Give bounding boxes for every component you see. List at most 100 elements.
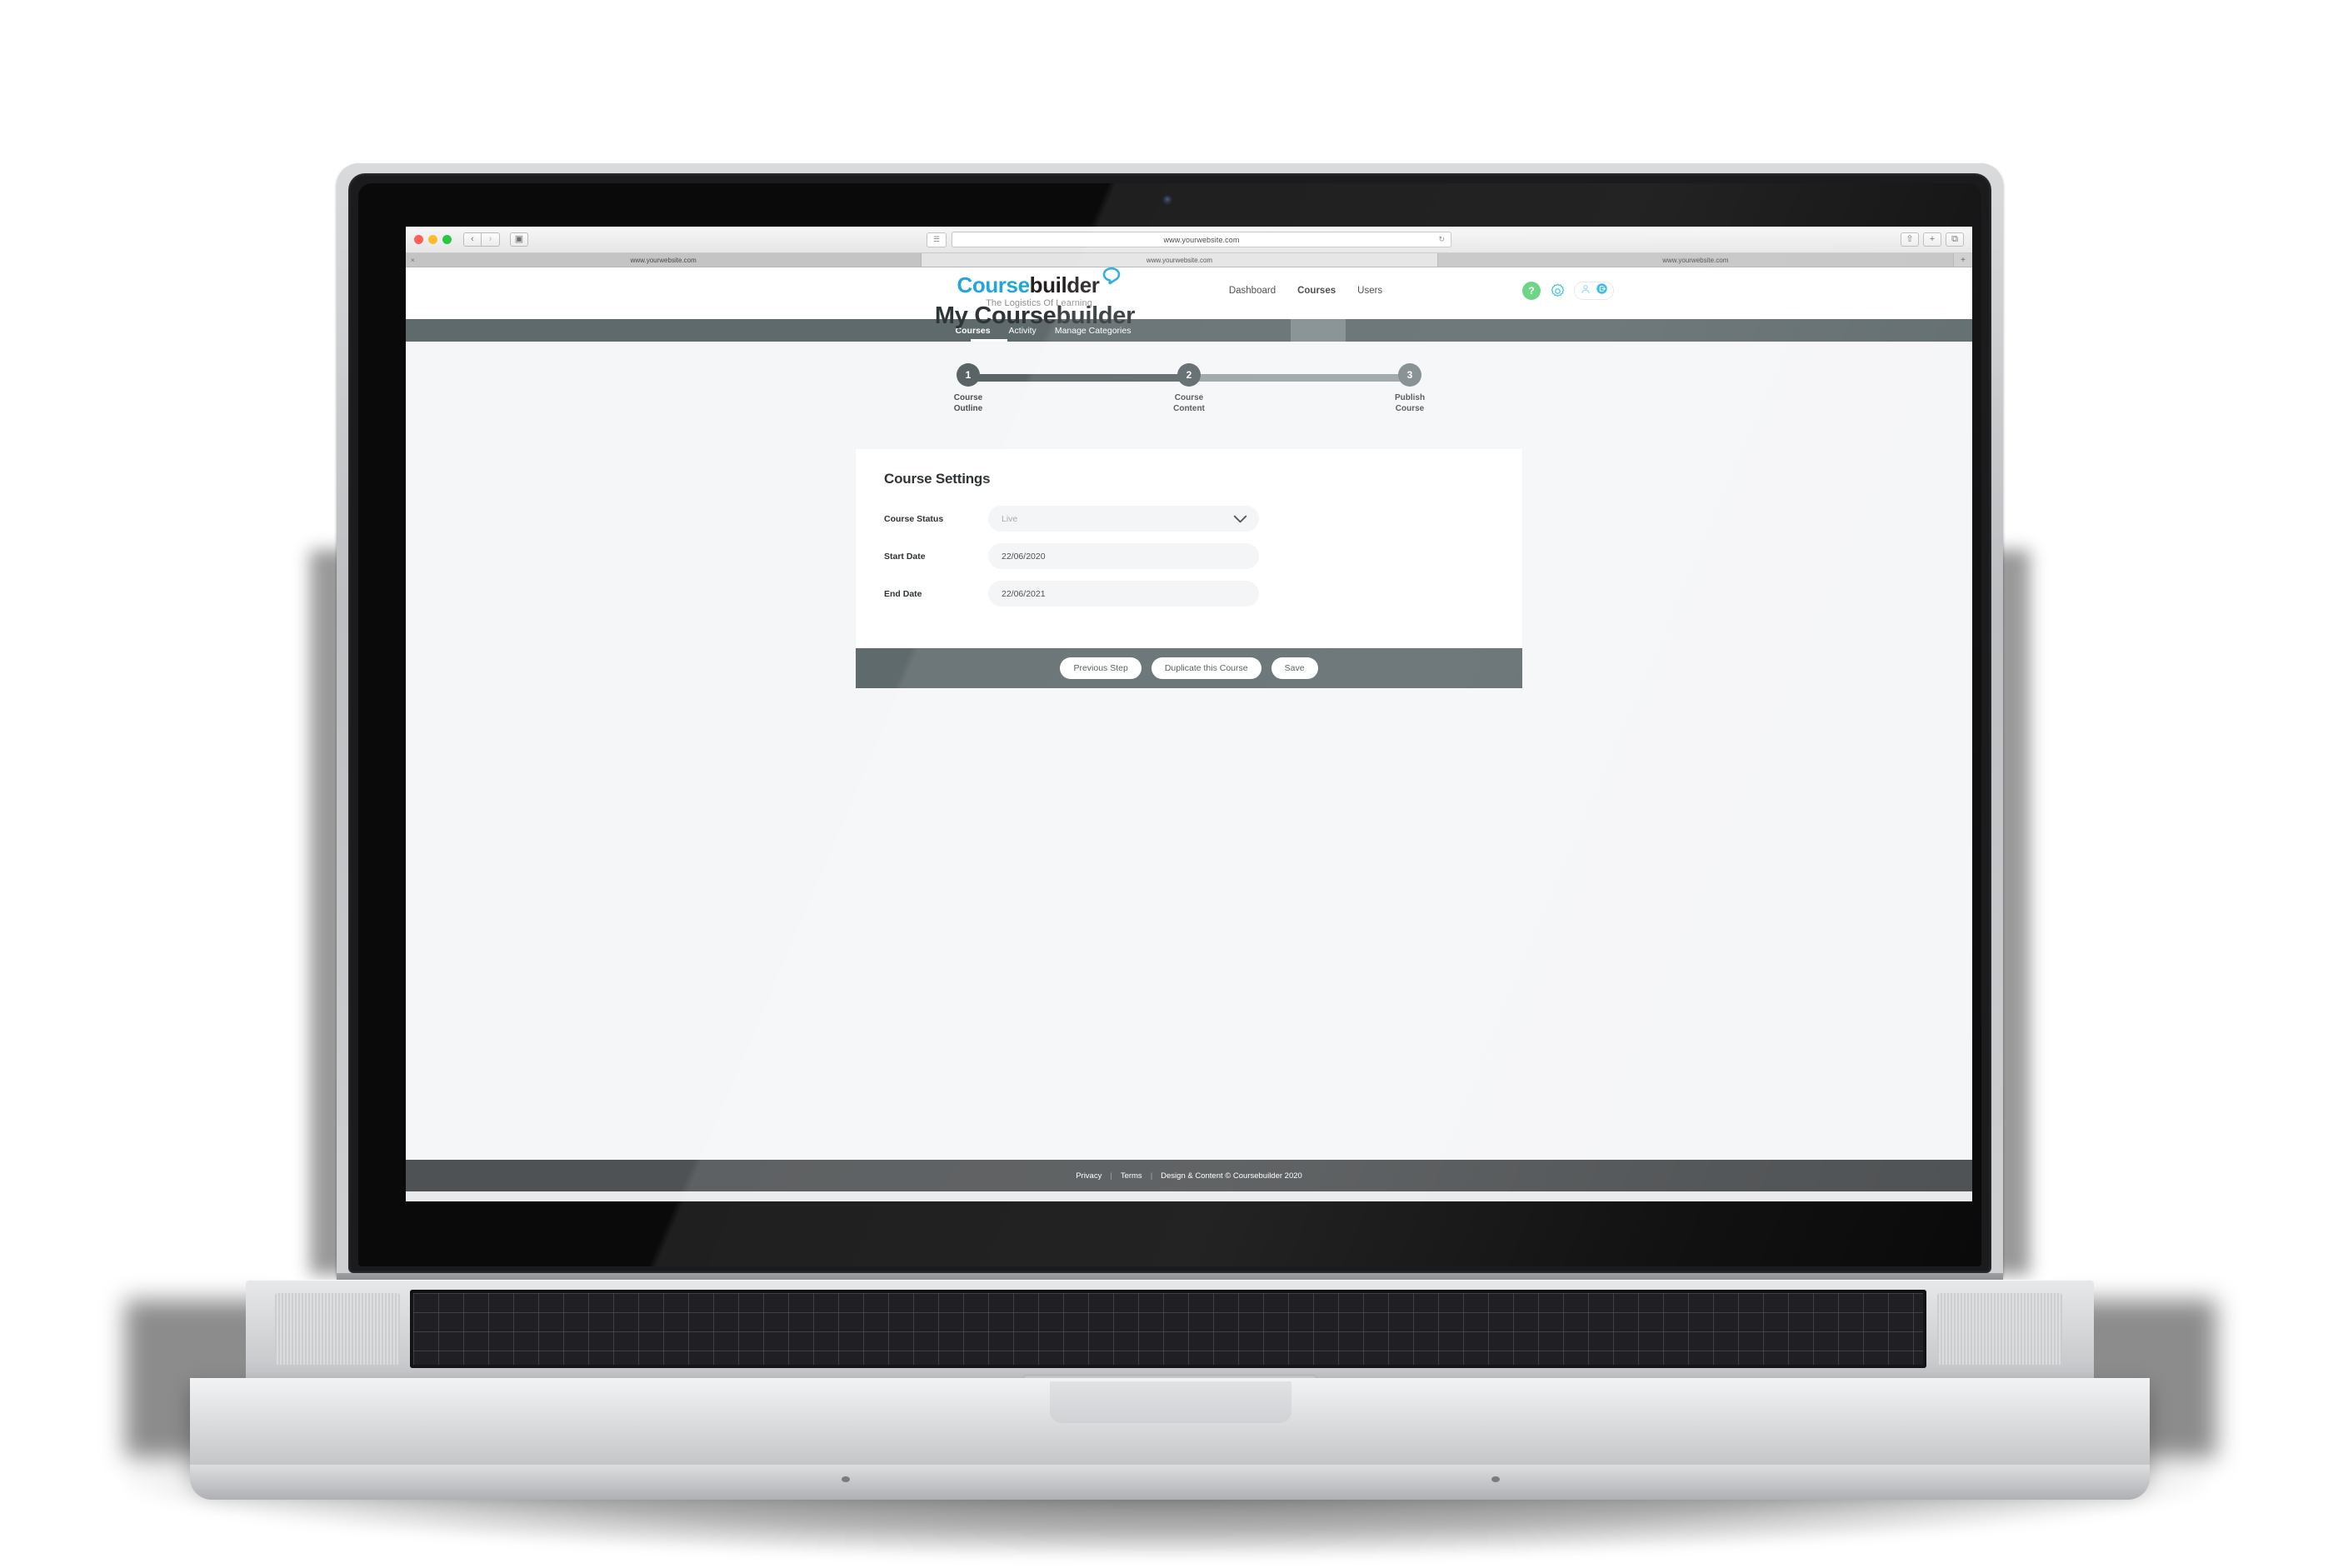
back-icon[interactable]: ‹ [463,232,482,247]
tab-title: www.yourwebsite.com [630,256,697,264]
step-number: 1 [957,363,980,387]
logout-icon[interactable] [1596,282,1608,299]
browser-toolbar: ‹ › ▣ ☰ www.yourwebsite.com ↻ ⇧ + ⧉ [406,227,1972,253]
step-label-line2: Outline [953,403,983,413]
field-label: End Date [884,589,922,599]
subnav-active-underline [971,339,1007,342]
course-settings-card: Course Settings Course Status Live Start… [856,449,1522,648]
keyboard-keys [413,1293,1923,1365]
laptop-front-lip [190,1465,2150,1500]
card-heading: Course Settings [884,471,991,487]
gear-icon[interactable] [1548,282,1566,300]
card-action-bar: Previous Step Duplicate this Course Save [856,648,1522,688]
stepper-step-2[interactable]: 2 Course Content [1139,359,1239,414]
add-tab-icon[interactable]: + [1954,253,1972,267]
secondary-navigation: Courses Activity Manage Categories [406,319,1972,342]
progress-stepper: 1 Course Outline 2 Course Content 3 Publ… [939,359,1439,417]
footer-copyright: Design & Content © Coursebuilder 2020 [1161,1171,1302,1181]
tab-title: www.yourwebsite.com [1146,256,1213,264]
chevron-down-icon[interactable] [1233,513,1247,528]
nav-item-courses[interactable]: Courses [1297,286,1336,296]
laptop-mockup: ‹ › ▣ ☰ www.yourwebsite.com ↻ ⇧ + ⧉ × ww… [0,0,2333,1568]
form-row-start-date: Start Date 22/06/2020 [884,543,1494,569]
main-navigation: Dashboard Courses Users [1229,286,1382,296]
previous-step-button[interactable]: Previous Step [1060,657,1142,679]
header-icon-group: ? [1522,282,1614,300]
page-title: My Coursebuilder [934,302,1136,329]
stepper-step-3[interactable]: 3 Publish Course [1360,359,1460,414]
left-speaker-grille [275,1293,400,1365]
browser-tab-bar: × www.yourwebsite.com www.yourwebsite.co… [406,253,1972,267]
step-label: Course Outline [918,393,1018,414]
forward-icon[interactable]: › [482,232,500,247]
address-text: www.yourwebsite.com [1163,235,1240,244]
save-button[interactable]: Save [1271,657,1318,679]
footer-bottom-strip [406,1191,1972,1201]
address-area: ☰ www.yourwebsite.com ↻ [927,232,1451,247]
minimize-window-button[interactable] [428,235,437,244]
close-window-button[interactable] [414,235,423,244]
show-tabs-icon[interactable]: ⧉ [1946,232,1964,247]
step-number: 3 [1398,363,1421,387]
address-bar[interactable]: www.yourwebsite.com ↻ [952,232,1451,247]
close-icon[interactable]: × [411,257,415,264]
form-row-end-date: End Date 22/06/2021 [884,581,1494,607]
footer-link-terms[interactable]: Terms [1121,1171,1142,1181]
web-page: Course builder The Logistics Of Learning… [406,267,1972,1201]
account-controls[interactable] [1574,282,1614,300]
end-date-input[interactable]: 22/06/2021 [988,581,1259,607]
step-label: Publish Course [1360,393,1460,414]
step-label-line2: Course [1395,403,1425,413]
start-date-input[interactable]: 22/06/2020 [988,543,1259,569]
browser-tab[interactable]: www.yourwebsite.com [1437,253,1954,267]
reader-view-icon[interactable]: ☰ [927,232,947,247]
toolbar-right-buttons: ⇧ + ⧉ [1901,232,1964,247]
duplicate-course-button[interactable]: Duplicate this Course [1151,657,1261,679]
window-controls[interactable] [414,235,452,244]
browser-tab[interactable]: www.yourwebsite.com [922,253,1438,267]
logo-text-builder: builder [1029,272,1100,297]
course-status-select[interactable]: Live [988,506,1259,532]
field-label: Course Status [884,514,944,524]
course-status-value: Live [1002,513,1018,524]
site-footer: Privacy | Terms | Design & Content © Cou… [406,1160,1972,1191]
reload-icon[interactable]: ↻ [1438,235,1445,244]
start-date-value: 22/06/2020 [1002,551,1046,562]
new-tab-icon[interactable]: + [1923,232,1941,247]
help-icon[interactable]: ? [1522,282,1541,300]
step-label-line1: Course [1174,393,1204,402]
footer-link-privacy[interactable]: Privacy [1076,1171,1102,1181]
navigation-buttons[interactable]: ‹ › [463,232,500,247]
sidebar-toggle-icon[interactable]: ▣ [510,232,528,247]
field-label: Start Date [884,552,926,562]
form-row-course-status: Course Status Live [884,506,1494,532]
right-speaker-grille [1937,1293,2062,1365]
logo-text-course: Course [957,272,1030,297]
active-tab-highlight [1291,319,1346,342]
step-label-line1: Course [953,393,983,402]
screen-viewport: ‹ › ▣ ☰ www.yourwebsite.com ↻ ⇧ + ⧉ × ww… [406,227,1972,1201]
end-date-value: 22/06/2021 [1002,588,1046,599]
user-icon[interactable] [1580,283,1591,299]
share-icon[interactable]: ⇧ [1901,232,1919,247]
maximize-window-button[interactable] [442,235,452,244]
front-latch-notch [1050,1381,1291,1423]
keyboard [410,1290,1926,1368]
step-label-line2: Content [1173,403,1205,413]
stepper-step-1[interactable]: 1 Course Outline [918,359,1018,414]
step-label: Course Content [1139,393,1239,414]
speech-bubble-icon [1102,267,1122,290]
step-label-line1: Publish [1394,393,1426,402]
browser-tab[interactable]: × www.yourwebsite.com [406,253,922,267]
rubber-foot [1491,1476,1500,1482]
site-header: Course builder The Logistics Of Learning… [406,267,1972,319]
nav-item-users[interactable]: Users [1357,286,1382,296]
footer-separator: | [1150,1171,1153,1181]
rubber-foot [842,1476,850,1482]
nav-item-dashboard[interactable]: Dashboard [1229,286,1276,296]
tab-title: www.yourwebsite.com [1662,256,1729,264]
webcam-icon [1164,197,1171,203]
logo-wordmark: Course builder [957,267,1121,297]
step-number: 2 [1177,363,1201,387]
footer-separator: | [1110,1171,1112,1181]
